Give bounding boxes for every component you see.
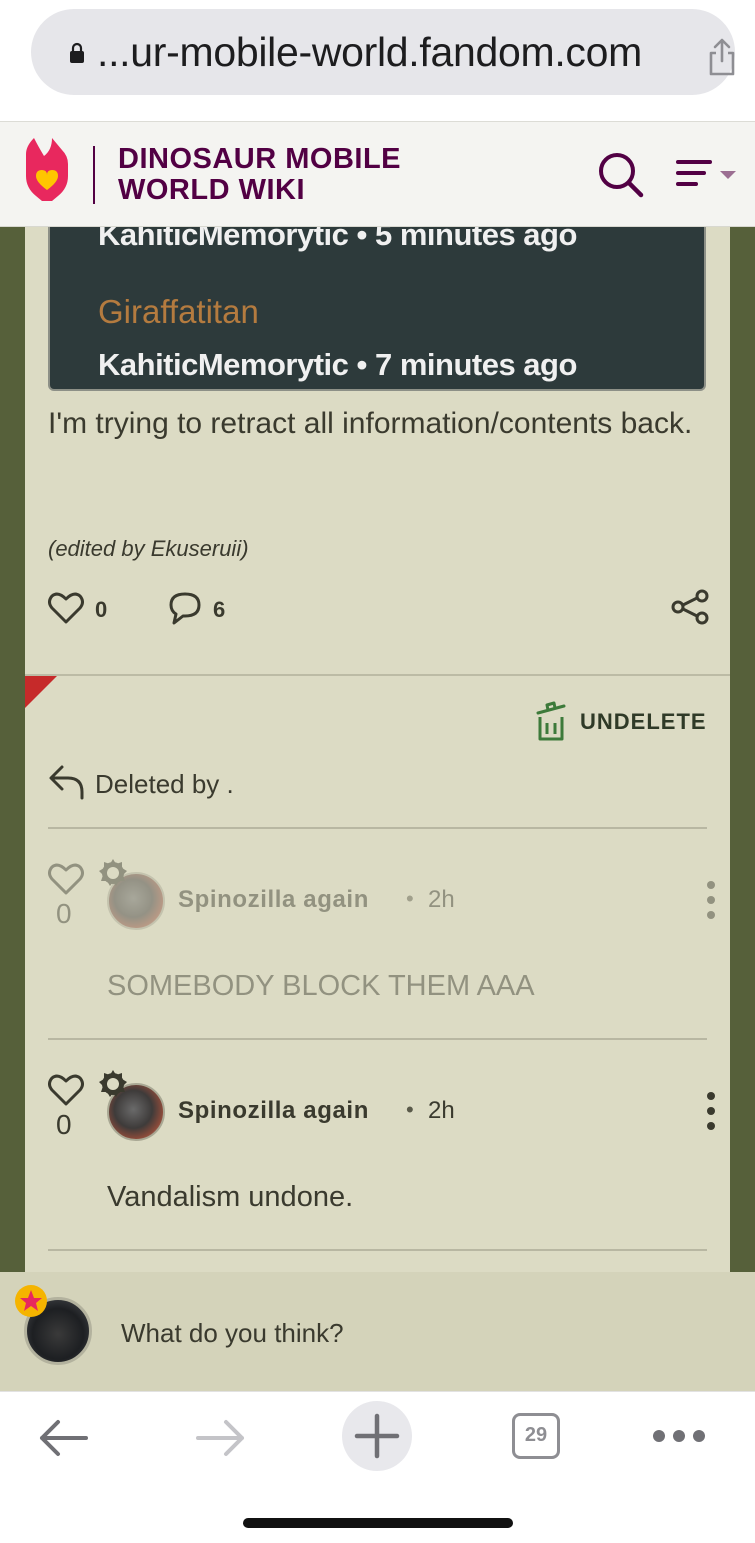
post-body: I'm trying to retract all information/co… xyxy=(48,407,693,440)
new-tab-button[interactable] xyxy=(342,1401,412,1471)
deleted-flag xyxy=(25,676,57,708)
wiki-title[interactable]: DINOSAUR MOBILE WORLD WIKI xyxy=(118,144,401,206)
deleted-by-row: Deleted by . xyxy=(48,762,448,804)
forward-arrow-icon[interactable] xyxy=(196,1418,246,1458)
reply-text: Vandalism undone. xyxy=(107,1181,354,1213)
reply-item: 0 Spinozilla again • 2h SOMEBODY BLOCK T… xyxy=(48,828,715,1018)
undelete-icon xyxy=(536,701,566,741)
moderator-badge-icon xyxy=(99,1070,127,1097)
browser-address-area: ...ur-mobile-world.fandom.com xyxy=(0,0,755,121)
reply-timestamp: 2h xyxy=(428,1097,455,1124)
url-text: ...ur-mobile-world.fandom.com xyxy=(97,29,642,75)
reply-icon xyxy=(49,765,84,800)
wiki-title-line1: DINOSAUR MOBILE xyxy=(118,143,401,175)
wiki-header: DINOSAUR MOBILE WORLD WIKI xyxy=(0,121,755,227)
more-options-icon[interactable] xyxy=(704,1091,718,1131)
comment-composer[interactable]: What do you think? xyxy=(0,1272,755,1391)
share-icon[interactable] xyxy=(671,589,709,625)
heart-icon[interactable] xyxy=(48,862,84,896)
fandom-logo-icon[interactable] xyxy=(22,136,72,202)
comment-count: 6 xyxy=(213,597,226,622)
share-icon[interactable] xyxy=(706,37,738,77)
embed-meta-bottom: KahiticMemorytic • 7 minutes ago xyxy=(98,347,577,382)
reply-like-count: 0 xyxy=(56,1109,72,1140)
browser-toolbar: 29 xyxy=(0,1391,755,1543)
post-separator xyxy=(25,674,730,676)
back-arrow-icon[interactable] xyxy=(38,1418,88,1458)
undelete-button[interactable]: UNDELETE xyxy=(535,701,710,741)
separator-dot: • xyxy=(406,1097,414,1122)
comment-input[interactable]: What do you think? xyxy=(121,1318,344,1349)
header-divider xyxy=(93,146,95,204)
reply-timestamp: 2h xyxy=(428,886,455,913)
search-icon[interactable] xyxy=(598,152,644,198)
lock-icon xyxy=(70,42,84,63)
plus-icon xyxy=(354,1413,400,1459)
embed-meta-top: KahiticMemorytic • 5 minutes ago xyxy=(98,227,577,252)
reply-like-count: 0 xyxy=(56,898,72,929)
menu-icon[interactable] xyxy=(676,158,738,190)
like-count: 0 xyxy=(95,597,108,622)
reply-author[interactable]: Spinozilla again xyxy=(178,1097,369,1125)
comment-icon[interactable] xyxy=(168,591,202,625)
moderator-badge-icon xyxy=(99,859,127,886)
reply-text: SOMEBODY BLOCK THEM AAA xyxy=(107,970,535,1002)
deleted-by-label: Deleted by . xyxy=(95,769,234,799)
edited-by-label: (edited by Ekuseruii) xyxy=(48,536,249,561)
embed-item-title: Giraffatitan xyxy=(98,293,259,330)
embedded-activity-image: KahiticMemorytic • 5 minutes ago Giraffa… xyxy=(48,227,706,391)
heart-icon[interactable] xyxy=(48,1073,84,1107)
star-badge-icon xyxy=(15,1285,47,1317)
address-bar[interactable]: ...ur-mobile-world.fandom.com xyxy=(31,9,735,95)
separator-dot: • xyxy=(406,886,414,911)
post-actions: 0 6 xyxy=(48,589,709,629)
reply-divider xyxy=(48,1249,707,1251)
tabs-button[interactable]: 29 xyxy=(512,1413,560,1459)
wiki-title-line2: WORLD WIKI xyxy=(118,174,306,206)
reply-item: 0 Spinozilla again • 2h Vandalism undone… xyxy=(48,1039,715,1229)
home-indicator xyxy=(243,1518,513,1528)
discussion-card: KahiticMemorytic • 5 minutes ago Giraffa… xyxy=(25,227,730,1272)
more-menu-icon[interactable] xyxy=(652,1428,706,1444)
undelete-label: UNDELETE xyxy=(580,709,707,734)
heart-icon[interactable] xyxy=(48,591,84,625)
more-options-icon[interactable] xyxy=(704,880,718,920)
reply-author[interactable]: Spinozilla again xyxy=(178,886,369,914)
